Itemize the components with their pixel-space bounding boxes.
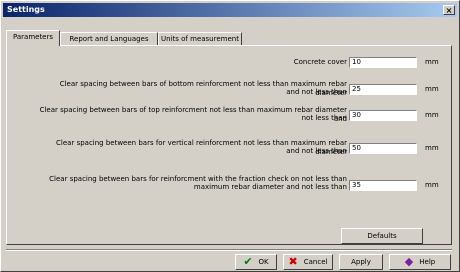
tab-units-of-measurement[interactable]: Units of measurement [158,32,242,45]
title-bar: Settings × [3,3,457,17]
help-icon: ◆ [404,255,414,268]
parameters-panel: Concrete cover 10 mm Clear spacing betwe… [6,45,452,245]
vertical-spacing-unit: mm [425,144,439,152]
close-icon: × [445,6,453,15]
top-spacing-label-line2: not less than [301,114,347,122]
help-button[interactable]: ◆ Help [389,254,451,270]
tab-parameters[interactable]: Parameters [6,30,60,46]
cancel-label: Cancel [303,258,328,266]
bottom-spacing-unit: mm [425,85,439,93]
fraction-spacing-unit: mm [425,181,439,189]
fraction-spacing-label-line2: maximum rebar diameter and not less than [193,183,347,191]
concrete-cover-unit: mm [425,58,439,66]
concrete-cover-label: Concrete cover [293,58,347,66]
bottom-spacing-input[interactable]: 25 [349,84,417,95]
top-spacing-unit: mm [425,111,439,119]
help-label: Help [419,258,436,266]
concrete-cover-input[interactable]: 10 [349,57,417,68]
settings-window: Settings × Parameters Report and Languag… [0,0,460,272]
vertical-spacing-label-line2: and not less than [286,147,347,155]
ok-label: OK [258,258,269,266]
cancel-button[interactable]: ✖ Cancel [283,254,333,270]
checkmark-icon: ✔ [243,255,253,268]
fraction-spacing-input[interactable]: 35 [349,180,417,191]
close-button[interactable]: × [443,5,455,15]
vertical-spacing-input[interactable]: 50 [349,143,417,154]
defaults-button[interactable]: Defaults [341,228,423,244]
window-title: Settings [7,5,45,14]
apply-button[interactable]: Apply [339,254,383,270]
top-spacing-input[interactable]: 30 [349,110,417,121]
bottom-spacing-label-line2: and not less than [286,88,347,96]
ok-button[interactable]: ✔ OK [235,254,277,270]
x-mark-icon: ✖ [288,255,298,268]
separator [6,249,452,251]
tab-report-and-languages[interactable]: Report and Languages [60,32,158,45]
